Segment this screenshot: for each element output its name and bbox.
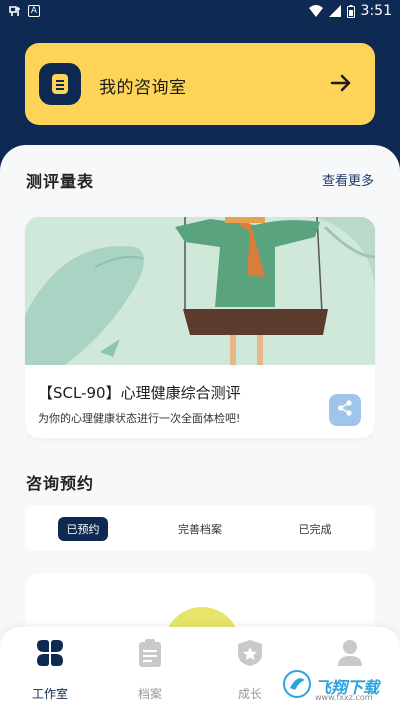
status-bar: A 3:51 bbox=[0, 0, 400, 24]
appointments-section-title: 咨询预约 bbox=[26, 474, 95, 493]
watermark: 飞翔下载 www.fxxz.com bbox=[283, 669, 395, 703]
appointment-tabs: 已预约 完善档案 已完成 bbox=[25, 505, 375, 551]
watermark-logo-icon bbox=[283, 670, 311, 702]
nav-label-workspace: 工作室 bbox=[31, 687, 68, 701]
clock: 3:51 bbox=[360, 3, 392, 19]
battery-icon bbox=[346, 4, 355, 18]
scale-description: 为你的心理健康状态进行一次全面体检吧! bbox=[38, 412, 241, 425]
share-icon bbox=[336, 399, 354, 421]
clipboard-icon bbox=[138, 639, 162, 671]
see-more-link[interactable]: 查看更多 bbox=[322, 170, 374, 189]
signal-icon bbox=[328, 5, 341, 17]
workspace-icon bbox=[36, 639, 64, 671]
scale-illustration bbox=[25, 217, 375, 365]
nav-workspace[interactable]: 工作室 bbox=[20, 639, 80, 702]
a-icon: A bbox=[28, 5, 40, 17]
scales-section-title: 测评量表 bbox=[26, 172, 95, 191]
tab-completed[interactable]: 已完成 bbox=[290, 517, 340, 541]
wifi-icon bbox=[308, 5, 323, 17]
consult-room-title: 我的咨询室 bbox=[99, 78, 187, 98]
document-icon bbox=[39, 63, 81, 105]
notification-icon bbox=[8, 4, 22, 18]
my-consult-room-banner[interactable]: 我的咨询室 bbox=[25, 43, 375, 125]
share-button[interactable] bbox=[329, 394, 361, 426]
nav-growth[interactable]: 成长 bbox=[220, 639, 280, 702]
scale-name: 【SCL-90】心理健康综合测评 bbox=[38, 384, 241, 402]
watermark-url: www.fxxz.com bbox=[315, 693, 373, 702]
nav-archive[interactable]: 档案 bbox=[120, 639, 180, 702]
profile-icon bbox=[337, 639, 363, 671]
nav-label-archive: 档案 bbox=[137, 687, 162, 701]
arrow-right-icon bbox=[329, 71, 353, 99]
badge-icon bbox=[237, 639, 263, 671]
tab-booked[interactable]: 已预约 bbox=[58, 517, 108, 541]
tab-complete-profile[interactable]: 完善档案 bbox=[168, 517, 232, 541]
nav-label-growth: 成长 bbox=[237, 687, 262, 701]
scale-card-scl90[interactable]: 【SCL-90】心理健康综合测评 为你的心理健康状态进行一次全面体检吧! bbox=[25, 217, 375, 438]
